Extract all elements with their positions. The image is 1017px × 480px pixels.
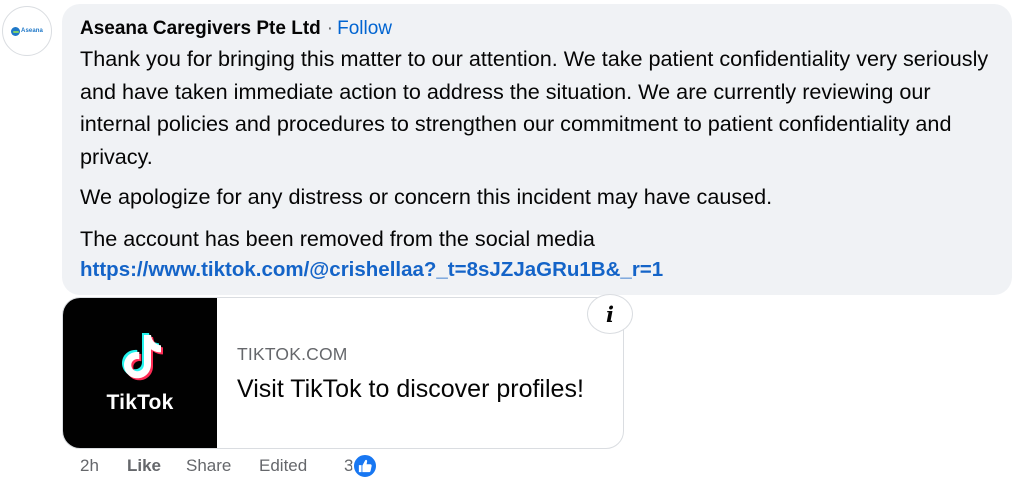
link-preview-title: Visit TikTok to discover profiles! — [237, 375, 584, 403]
link-preview-card[interactable]: TikTok TIKTOK.COM Visit TikTok to discov… — [62, 297, 624, 449]
avatar[interactable]: Aseana — [2, 6, 52, 56]
comment-bubble: Aseana Caregivers Pte Ltd · Follow Thank… — [62, 4, 1012, 295]
comment-author[interactable]: Aseana Caregivers Pte Ltd — [80, 18, 321, 40]
comment-thread: Aseana Aseana Caregivers Pte Ltd · Follo… — [0, 0, 1017, 480]
thumbs-up-glyph — [359, 459, 373, 473]
tiktok-logo-icon — [122, 333, 163, 381]
share-button[interactable]: Share — [186, 456, 259, 476]
avatar-logo-text: Aseana — [21, 28, 43, 34]
tiktok-wordmark: TikTok — [106, 391, 174, 414]
comment-header: Aseana Caregivers Pte Ltd · Follow — [80, 18, 1000, 42]
comment-link[interactable]: https://www.tiktok.com/@crishellaa?_t=8s… — [80, 255, 1000, 285]
info-button[interactable]: i — [587, 294, 633, 334]
link-preview-domain: TIKTOK.COM — [237, 344, 348, 364]
comment-paragraph: We apologize for any distress or concern… — [80, 184, 773, 209]
comment-paragraph: Thank you for bringing this matter to ou… — [80, 46, 989, 169]
comment-actions: 2h Like Share Edited 3 — [80, 453, 379, 479]
comment-paragraph: The account has been removed from the so… — [80, 225, 595, 251]
comment-timestamp[interactable]: 2h — [80, 456, 127, 476]
thumbs-up-icon — [352, 453, 379, 479]
globe-icon — [11, 26, 21, 36]
reaction-summary[interactable]: 3 — [344, 453, 379, 479]
follow-button[interactable]: Follow — [337, 18, 392, 40]
separator-dot: · — [326, 18, 334, 39]
like-button[interactable]: Like — [127, 456, 186, 476]
company-logo-icon: Aseana — [11, 26, 43, 36]
comment-body: Thank you for bringing this matter to ou… — [80, 43, 1000, 285]
info-icon: i — [606, 301, 614, 327]
edited-label: Edited — [259, 456, 308, 475]
link-preview-meta: TIKTOK.COM Visit TikTok to discover prof… — [237, 344, 584, 404]
link-preview-thumbnail: TikTok — [63, 298, 217, 448]
